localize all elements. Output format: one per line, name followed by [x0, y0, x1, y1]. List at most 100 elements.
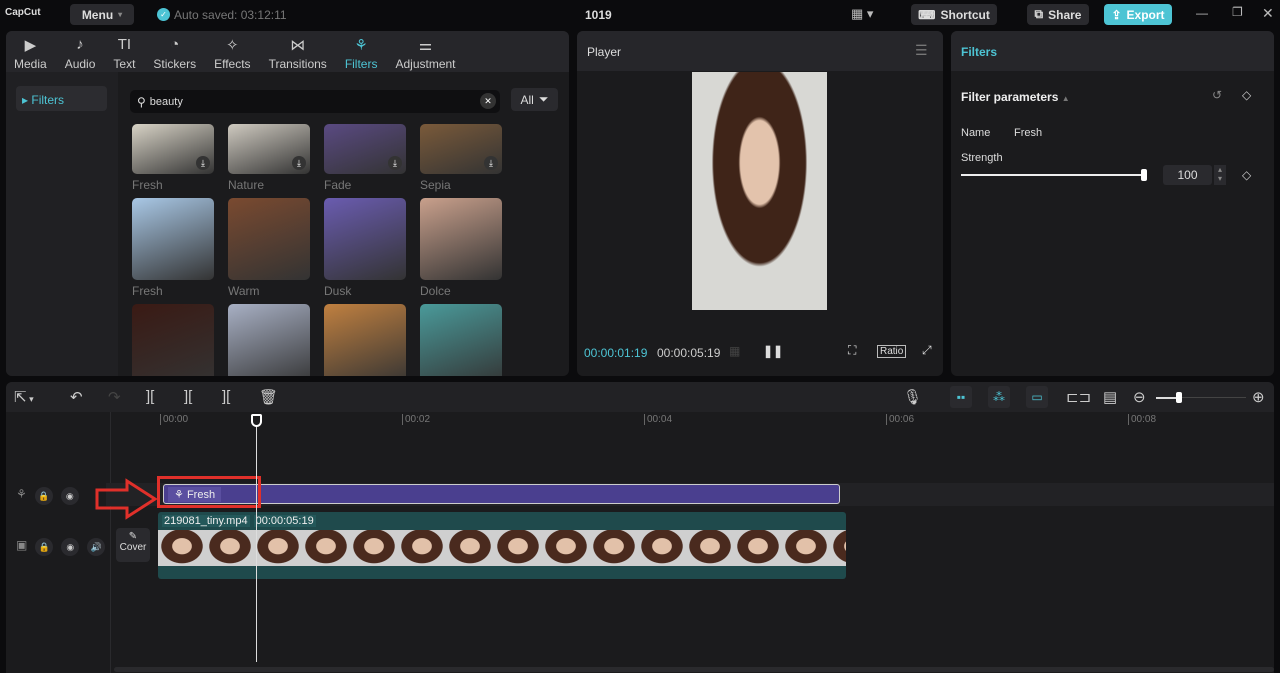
fullscreen-icon[interactable]: ⤢: [922, 343, 932, 358]
filter-track-header: ⚘ 🔒 ◉: [16, 487, 79, 505]
search-input[interactable]: ⚲ beauty ✕: [130, 90, 500, 113]
filter-thumbnail[interactable]: [420, 198, 502, 280]
filter-item[interactable]: ⤓ Sepia: [420, 124, 502, 198]
keyframe-icon[interactable]: ◇: [1242, 168, 1251, 182]
preview-axis-icon[interactable]: ⊏⊐: [1066, 388, 1091, 406]
auto-snap-icon[interactable]: ⁂: [988, 386, 1010, 408]
filter-all-button[interactable]: All ⏷: [511, 88, 558, 111]
filter-thumbnail[interactable]: [324, 198, 406, 280]
keyframe-icon[interactable]: ◇: [1242, 88, 1251, 102]
filter-item[interactable]: Warm: [228, 198, 310, 304]
filter-item[interactable]: [324, 304, 406, 376]
time-ruler[interactable]: 00:00 00:02 00:04 00:06 00:08: [6, 412, 1274, 430]
filter-thumbnail[interactable]: [228, 304, 310, 376]
filter-thumbnail[interactable]: ⤓: [420, 124, 502, 174]
filter-item[interactable]: [228, 304, 310, 376]
clear-search-icon[interactable]: ✕: [480, 93, 496, 109]
download-icon[interactable]: ⤓: [196, 156, 210, 170]
strength-input[interactable]: 100: [1163, 165, 1212, 185]
tab-audio[interactable]: ♪ Audio: [47, 31, 96, 72]
section-title[interactable]: Filter parameters ▲: [961, 90, 1070, 104]
export-button[interactable]: ⇪ Export: [1104, 4, 1172, 25]
zoom-handle[interactable]: [1175, 392, 1182, 403]
filter-thumbnail[interactable]: [132, 304, 214, 376]
filter-thumbnail[interactable]: ⤓: [324, 124, 406, 174]
menu-button[interactable]: Menu ▾: [70, 4, 134, 25]
microphone-icon[interactable]: 🎙: [903, 388, 922, 406]
redo-icon[interactable]: ↷: [108, 388, 121, 406]
delete-icon[interactable]: 🗑: [259, 388, 278, 406]
lock-icon[interactable]: 🔒: [34, 487, 53, 505]
split-right-icon[interactable]: ][: [222, 388, 230, 405]
filter-item[interactable]: Dusk: [324, 198, 406, 304]
shortcut-label: Shortcut: [940, 7, 990, 22]
filter-item[interactable]: [132, 304, 214, 376]
share-button[interactable]: ⧉ Share: [1027, 4, 1089, 25]
tab-text[interactable]: TI Text: [95, 31, 135, 72]
filter-item[interactable]: Dolce: [420, 198, 502, 304]
filter-label: Fresh: [132, 178, 163, 192]
download-icon[interactable]: ⤓: [484, 156, 498, 170]
link-icon[interactable]: ▭: [1026, 386, 1048, 408]
filter-thumbnail[interactable]: ⤓: [228, 124, 310, 174]
restore-icon[interactable]: ❐: [1232, 5, 1243, 19]
category-tabs: ▶ Media ♪ Audio TI Text ◔ Stickers ✧ Effects ⋈ Tran…: [6, 31, 569, 72]
tab-transitions[interactable]: ⋈ Transitions: [251, 31, 327, 72]
tab-stickers[interactable]: ◔ Stickers: [135, 31, 196, 72]
download-icon[interactable]: ⤓: [388, 156, 402, 170]
filter-thumbnail[interactable]: [228, 198, 310, 280]
cover-button[interactable]: ✎ Cover: [116, 528, 150, 562]
split-left-icon[interactable]: ][: [184, 388, 192, 405]
menu-icon[interactable]: ☰: [915, 42, 928, 59]
reset-icon[interactable]: ↺: [1212, 88, 1222, 102]
search-icon: ⚲: [137, 94, 146, 109]
eye-icon[interactable]: ◉: [61, 538, 80, 556]
zoom-in-icon[interactable]: ⊕: [1252, 388, 1265, 406]
video-frame: [686, 530, 734, 566]
filter-item[interactable]: ⤓ Fade: [324, 124, 406, 198]
horizontal-scrollbar[interactable]: [114, 667, 1274, 672]
filter-item[interactable]: Fresh: [132, 198, 214, 304]
split-icon[interactable]: ][: [146, 388, 154, 405]
tab-adjustment[interactable]: ⚌ Adjustment: [377, 31, 455, 72]
zoom-fit-icon[interactable]: ⛶: [848, 343, 856, 358]
strength-slider[interactable]: [961, 169, 1147, 181]
undo-icon[interactable]: ↶: [70, 388, 83, 406]
tab-label: Filters: [344, 57, 378, 71]
search-value[interactable]: beauty: [150, 96, 183, 108]
playhead[interactable]: [251, 414, 262, 662]
filter-clip[interactable]: ⚘ Fresh: [163, 484, 840, 504]
shortcut-button[interactable]: ⌨ Shortcut: [911, 4, 997, 25]
pause-icon[interactable]: ❚❚: [763, 344, 783, 358]
sidebar-item-filters[interactable]: ▸ Filters: [16, 86, 107, 111]
ratio-button[interactable]: Ratio: [877, 345, 907, 358]
tab-effects[interactable]: ✧ Effects: [196, 31, 250, 72]
zoom-out-icon[interactable]: ⊖: [1133, 388, 1146, 406]
minimize-icon[interactable]: —: [1196, 6, 1208, 20]
filter-item[interactable]: ⤓ Fresh: [132, 124, 214, 198]
tab-media[interactable]: ▶ Media: [6, 31, 47, 72]
filter-item[interactable]: [420, 304, 502, 376]
stepper-icon[interactable]: ▴ ▾: [1214, 165, 1226, 185]
tab-label: Text: [113, 57, 136, 71]
video-preview[interactable]: [692, 72, 827, 310]
close-icon[interactable]: ✕: [1262, 5, 1274, 22]
main-track-magnet-icon[interactable]: ▪▪: [950, 386, 972, 408]
audio-icon[interactable]: 🔊: [87, 538, 106, 556]
select-cursor-icon[interactable]: ⇱ ▾: [14, 388, 34, 406]
video-clip[interactable]: 219081_tiny.mp4 00:00:05:19: [158, 512, 846, 579]
tab-filters[interactable]: Filters: [961, 45, 997, 59]
filter-thumbnail[interactable]: [420, 304, 502, 376]
filter-thumbnail[interactable]: [324, 304, 406, 376]
zoom-slider[interactable]: [1156, 392, 1246, 403]
caption-icon[interactable]: ▤: [1103, 388, 1117, 406]
eye-icon[interactable]: ◉: [60, 487, 79, 505]
filter-thumbnail[interactable]: [132, 198, 214, 280]
slider-handle[interactable]: [1141, 169, 1147, 181]
layout-icon[interactable]: ▦ ▾: [851, 6, 873, 22]
tab-filters[interactable]: ⚘ Filters: [327, 31, 378, 72]
filter-item[interactable]: ⤓ Nature: [228, 124, 310, 198]
lock-icon[interactable]: 🔒: [35, 538, 54, 556]
download-icon[interactable]: ⤓: [292, 156, 306, 170]
filter-thumbnail[interactable]: ⤓: [132, 124, 214, 174]
